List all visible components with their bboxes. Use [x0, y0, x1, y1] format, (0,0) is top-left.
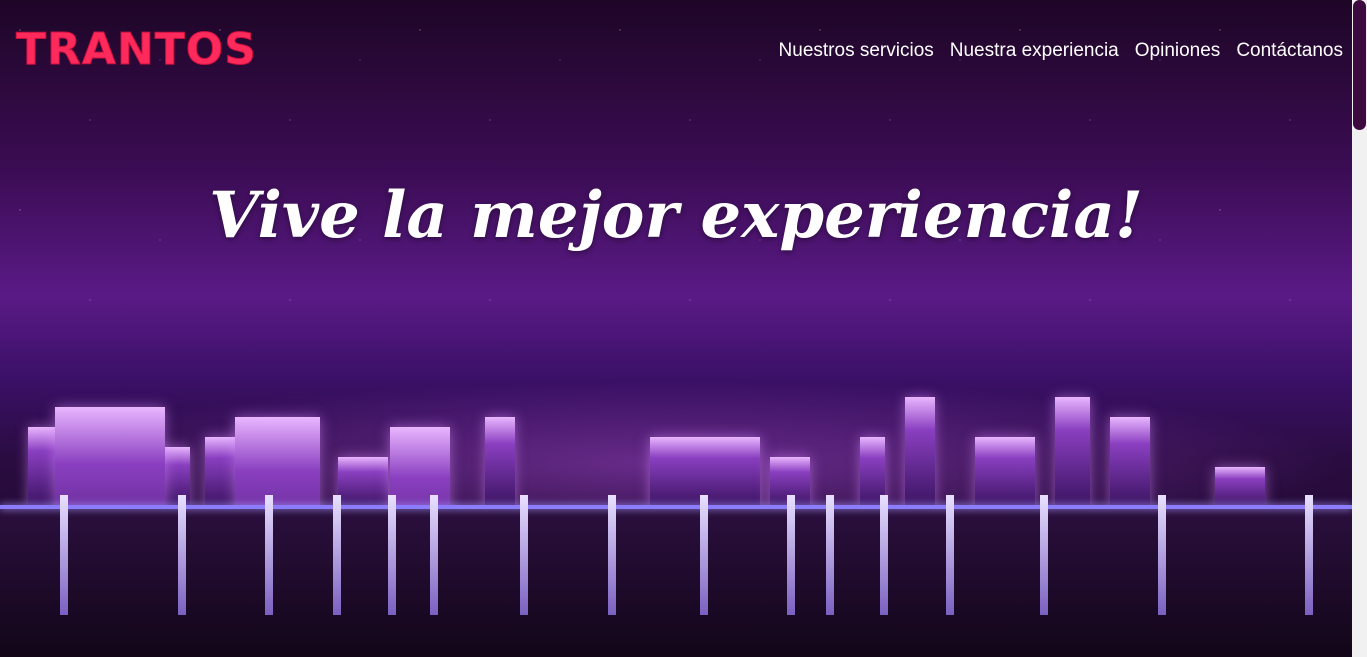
building [1110, 417, 1150, 507]
building [905, 397, 935, 507]
railing-post [265, 495, 273, 615]
railing-post [700, 495, 708, 615]
railing-post [60, 495, 68, 615]
scrollbar[interactable] [1352, 0, 1367, 657]
building [485, 417, 515, 507]
building [28, 427, 58, 507]
railing-post [1158, 495, 1166, 615]
railing-post [787, 495, 795, 615]
railing-post [333, 495, 341, 615]
logo[interactable]: TRANTOS [16, 25, 257, 74]
rooftop-deck [0, 507, 1352, 657]
railing-post [520, 495, 528, 615]
scrollbar-thumb[interactable] [1353, 0, 1366, 130]
nav-contactanos[interactable]: Contáctanos [1236, 40, 1343, 62]
nav-nuestros-servicios[interactable]: Nuestros servicios [779, 40, 934, 62]
nav-opiniones[interactable]: Opiniones [1135, 40, 1221, 62]
building [1055, 397, 1090, 507]
main-nav: Nuestros servicios Nuestra experiencia O… [779, 40, 1343, 62]
building [338, 457, 388, 507]
railing-post [1040, 495, 1048, 615]
nav-nuestra-experiencia[interactable]: Nuestra experiencia [950, 40, 1119, 62]
railing-post [880, 495, 888, 615]
railing-post [946, 495, 954, 615]
hero-title: Vive la mejor experiencia! [209, 178, 1143, 253]
railing-post [608, 495, 616, 615]
railing-post [178, 495, 186, 615]
railing-post [1305, 495, 1313, 615]
glass-railing [0, 505, 1352, 509]
railing-post [826, 495, 834, 615]
railing-post [388, 495, 396, 615]
railing-post [430, 495, 438, 615]
building [975, 437, 1035, 507]
hero-background [0, 0, 1352, 657]
building [1215, 467, 1265, 507]
